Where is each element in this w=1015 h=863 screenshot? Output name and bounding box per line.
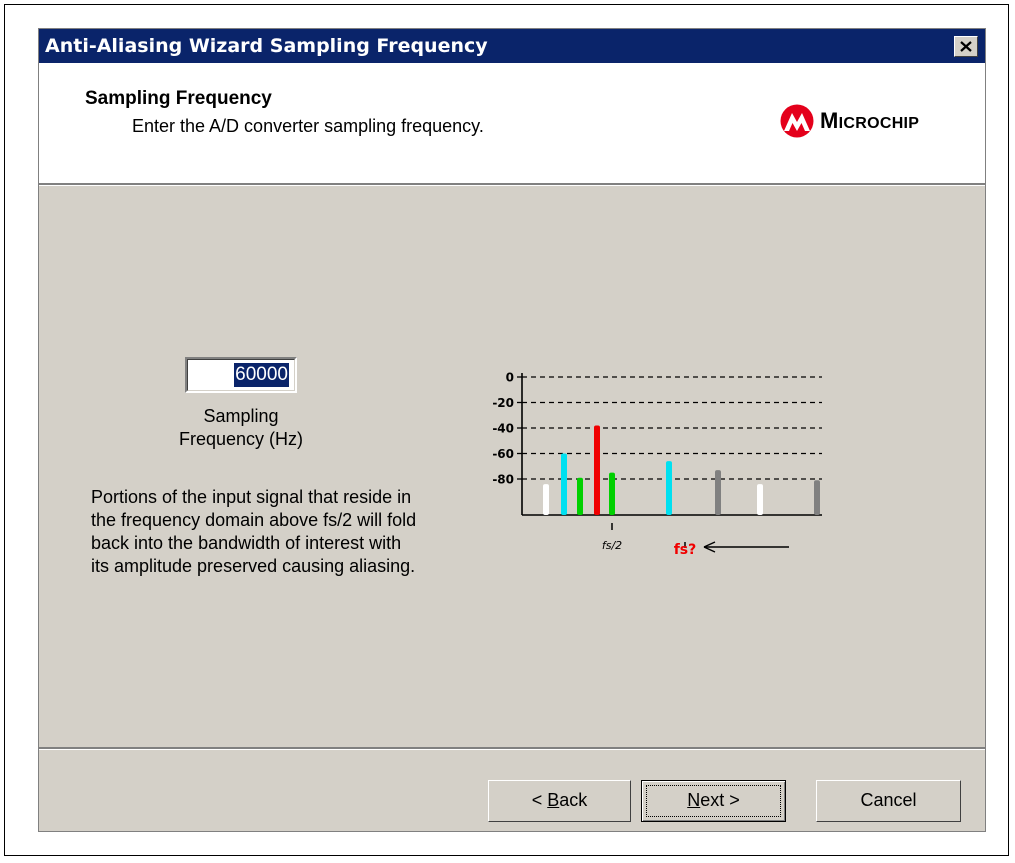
footer-divider	[39, 747, 985, 750]
back-button[interactable]: < Back	[488, 780, 631, 822]
spectrum-bar	[715, 470, 721, 515]
spectrum-bar	[666, 461, 672, 515]
sampling-frequency-label: Sampling Frequency (Hz)	[178, 406, 304, 449]
y-tick-label: -20	[492, 396, 514, 410]
y-tick-label: -80	[492, 473, 514, 487]
close-button[interactable]	[954, 36, 978, 57]
y-tick-label: -60	[492, 447, 514, 461]
microchip-logo: MICROCHIP	[778, 104, 919, 138]
wizard-dialog: Anti-Aliasing Wizard Sampling Frequency …	[38, 28, 986, 832]
logo-text: MICROCHIP	[820, 108, 920, 133]
spectrum-bar	[814, 480, 820, 515]
next-button[interactable]: Next >	[641, 780, 786, 822]
x-label-fs: fs?	[674, 542, 697, 558]
title-bar: Anti-Aliasing Wizard Sampling Frequency	[39, 29, 985, 63]
page-title: Sampling Frequency	[85, 88, 272, 109]
y-tick-label: -40	[492, 422, 514, 436]
window-title: Anti-Aliasing Wizard Sampling Frequency	[45, 35, 488, 57]
spectrum-bar	[543, 484, 549, 515]
close-icon	[960, 41, 972, 52]
page-subtitle: Enter the A/D converter sampling frequen…	[132, 116, 484, 136]
aliasing-spectrum-chart: 0 -20 -40 -60 -80 fs/2 fs?	[492, 371, 822, 558]
y-tick-label: 0	[506, 371, 514, 385]
wizard-header: Sampling Frequency Enter the A/D convert…	[39, 63, 985, 183]
spectrum-bar	[577, 477, 583, 515]
sampling-frequency-value: 60000	[234, 363, 289, 387]
spectrum-bar	[609, 472, 615, 515]
aliasing-description: Portions of the input signal that reside…	[91, 487, 417, 576]
sampling-frequency-input[interactable]: 60000	[185, 357, 297, 393]
x-label-fs2: fs/2	[602, 539, 622, 552]
spectrum-bar	[757, 484, 763, 515]
spectrum-bar	[561, 453, 567, 515]
header-divider	[39, 183, 985, 186]
spectrum-bar	[594, 425, 600, 515]
cancel-button[interactable]: Cancel	[816, 780, 961, 822]
microchip-logo-icon	[780, 104, 814, 138]
